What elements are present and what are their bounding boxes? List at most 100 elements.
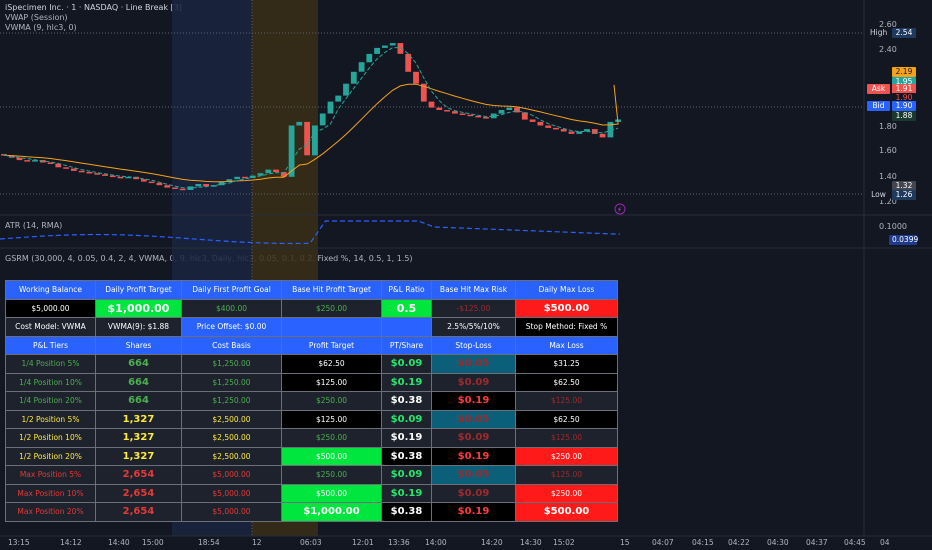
bear-brick	[164, 185, 171, 188]
time-label: 15:00	[142, 538, 164, 547]
pt-share-cell: $0.38	[381, 391, 432, 411]
bull-brick	[319, 113, 326, 126]
header-cell: Base Hit Max Risk	[431, 280, 516, 300]
max-loss-cell: $500.00	[515, 502, 618, 522]
pt-share-cell: $0.19	[381, 483, 432, 503]
bull-brick	[257, 173, 264, 176]
bear-brick	[553, 127, 559, 130]
table-row: 1/2 Position 10% 1,327 $2,500.00 $250.00…	[5, 428, 618, 448]
cost-basis-cell: $1,250.00	[181, 354, 282, 374]
bear-brick	[475, 115, 482, 118]
bear-brick	[24, 160, 31, 162]
shares-cell: 1,327	[95, 409, 182, 429]
bull-brick	[335, 95, 342, 102]
bear-brick	[397, 43, 404, 54]
cost-basis-cell: $5,000.00	[181, 483, 282, 503]
table-row: Max Position 10% 2,654 $5,000.00 $500.00…	[5, 483, 618, 503]
price-tick: 1.60	[879, 146, 897, 155]
column-header: Profit Target	[281, 335, 382, 355]
bear-brick	[444, 110, 450, 112]
bear-brick	[537, 121, 544, 126]
bear-brick	[459, 113, 466, 115]
profit-target-cell: $250.00	[281, 465, 382, 485]
stop-method: Stop Method: Fixed %	[515, 317, 618, 337]
high-tag-value: 2.54	[892, 28, 916, 38]
base-hit-max-risk: -$125.00	[431, 298, 516, 318]
info-blank	[281, 317, 382, 337]
tier-label: Max Position 5%	[5, 465, 96, 485]
shares-cell: 2,654	[95, 483, 182, 503]
time-label: 12:01	[352, 538, 374, 547]
cost-basis-cell: $2,500.00	[181, 428, 282, 448]
profit-target-cell: $250.00	[281, 391, 382, 411]
tier-label: Max Position 20%	[5, 502, 96, 522]
bull-brick	[506, 107, 513, 110]
bear-brick	[273, 169, 279, 172]
cost-model: Cost Model: VWMA	[5, 317, 96, 337]
pt-share-cell: $0.09	[381, 409, 432, 429]
bid-tag-label: Bid	[867, 101, 890, 111]
time-label: 14:20	[481, 538, 503, 547]
stop-loss-cell: $0.05	[431, 354, 516, 374]
bear-brick	[71, 168, 77, 171]
pt-share-cell: $0.38	[381, 446, 432, 466]
table-row: 1/4 Position 20% 664 $1,250.00 $250.00 $…	[5, 391, 618, 411]
header-cell: Daily Max Loss	[515, 280, 618, 300]
working-balance: $5,000.00	[5, 298, 96, 318]
stop-loss-cell: $0.19	[431, 391, 516, 411]
info-row: Cost Model: VWMA VWMA(9): $1.88 Price Of…	[5, 317, 618, 337]
stop-loss-cell: $0.09	[431, 428, 516, 448]
bear-brick	[117, 176, 124, 179]
pt-share-cell: $0.19	[381, 428, 432, 448]
shares-cell: 664	[95, 354, 182, 374]
bull-brick	[343, 83, 349, 96]
bear-brick	[304, 121, 310, 156]
column-header: Max Loss	[515, 335, 618, 355]
bear-brick	[109, 175, 116, 178]
header-cell: P&L Ratio	[381, 280, 432, 300]
cost-basis-cell: $1,250.00	[181, 391, 282, 411]
column-header: P&L Tiers	[5, 335, 96, 355]
header-cell: Working Balance	[5, 280, 96, 300]
shares-cell: 2,654	[95, 502, 182, 522]
bull-brick	[358, 62, 365, 72]
bear-brick	[483, 117, 489, 119]
tier-label: Max Position 10%	[5, 483, 96, 503]
profit-target-cell: $62.50	[281, 354, 382, 374]
bull-brick	[234, 176, 241, 180]
cost-basis-cell: $2,500.00	[181, 446, 282, 466]
tier-label: 1/2 Position 5%	[5, 409, 96, 429]
tier-label: 1/2 Position 10%	[5, 428, 96, 448]
daily-first-profit-goal: $400.00	[181, 298, 282, 318]
daily-max-loss: $500.00	[515, 298, 618, 318]
tier-label: 1/4 Position 10%	[5, 372, 96, 392]
price-tick: 2.40	[879, 45, 897, 54]
time-label: 15:02	[553, 538, 575, 547]
table-row: 1/2 Position 20% 1,327 $2,500.00 $500.00…	[5, 446, 618, 466]
bear-brick	[86, 172, 93, 174]
cost-basis-cell: $5,000.00	[181, 465, 282, 485]
info-blank	[381, 317, 432, 337]
vwma-tag: 1.88	[892, 111, 916, 121]
tier-label: 1/2 Position 20%	[5, 446, 96, 466]
bear-brick	[63, 167, 69, 169]
profit-target-cell: $250.00	[281, 428, 382, 448]
header-cell: Base Hit Profit Target	[281, 280, 382, 300]
vwap-tag: 2.19	[892, 67, 916, 77]
profit-target-cell: $1,000.00	[281, 502, 382, 522]
time-label: 04:07	[652, 538, 674, 547]
pt-share-cell: $0.09	[381, 465, 432, 485]
atr-value-tag: 0.0399	[889, 235, 918, 245]
time-label: 04:45	[844, 538, 866, 547]
cost-basis-cell: $2,500.00	[181, 409, 282, 429]
column-header: Stop-Loss	[431, 335, 516, 355]
shares-cell: 1,327	[95, 428, 182, 448]
time-label: 04:15	[692, 538, 714, 547]
daily-profit-target: $1,000.00	[95, 298, 182, 318]
max-loss-cell: $125.00	[515, 465, 618, 485]
tier-label: 1/4 Position 5%	[5, 354, 96, 374]
gsrm-table: Working Balance Daily Profit Target Dail…	[5, 280, 618, 522]
price-offset: Price Offset: $0.00	[181, 317, 282, 337]
bear-brick	[568, 131, 575, 134]
bull-brick	[265, 169, 272, 174]
